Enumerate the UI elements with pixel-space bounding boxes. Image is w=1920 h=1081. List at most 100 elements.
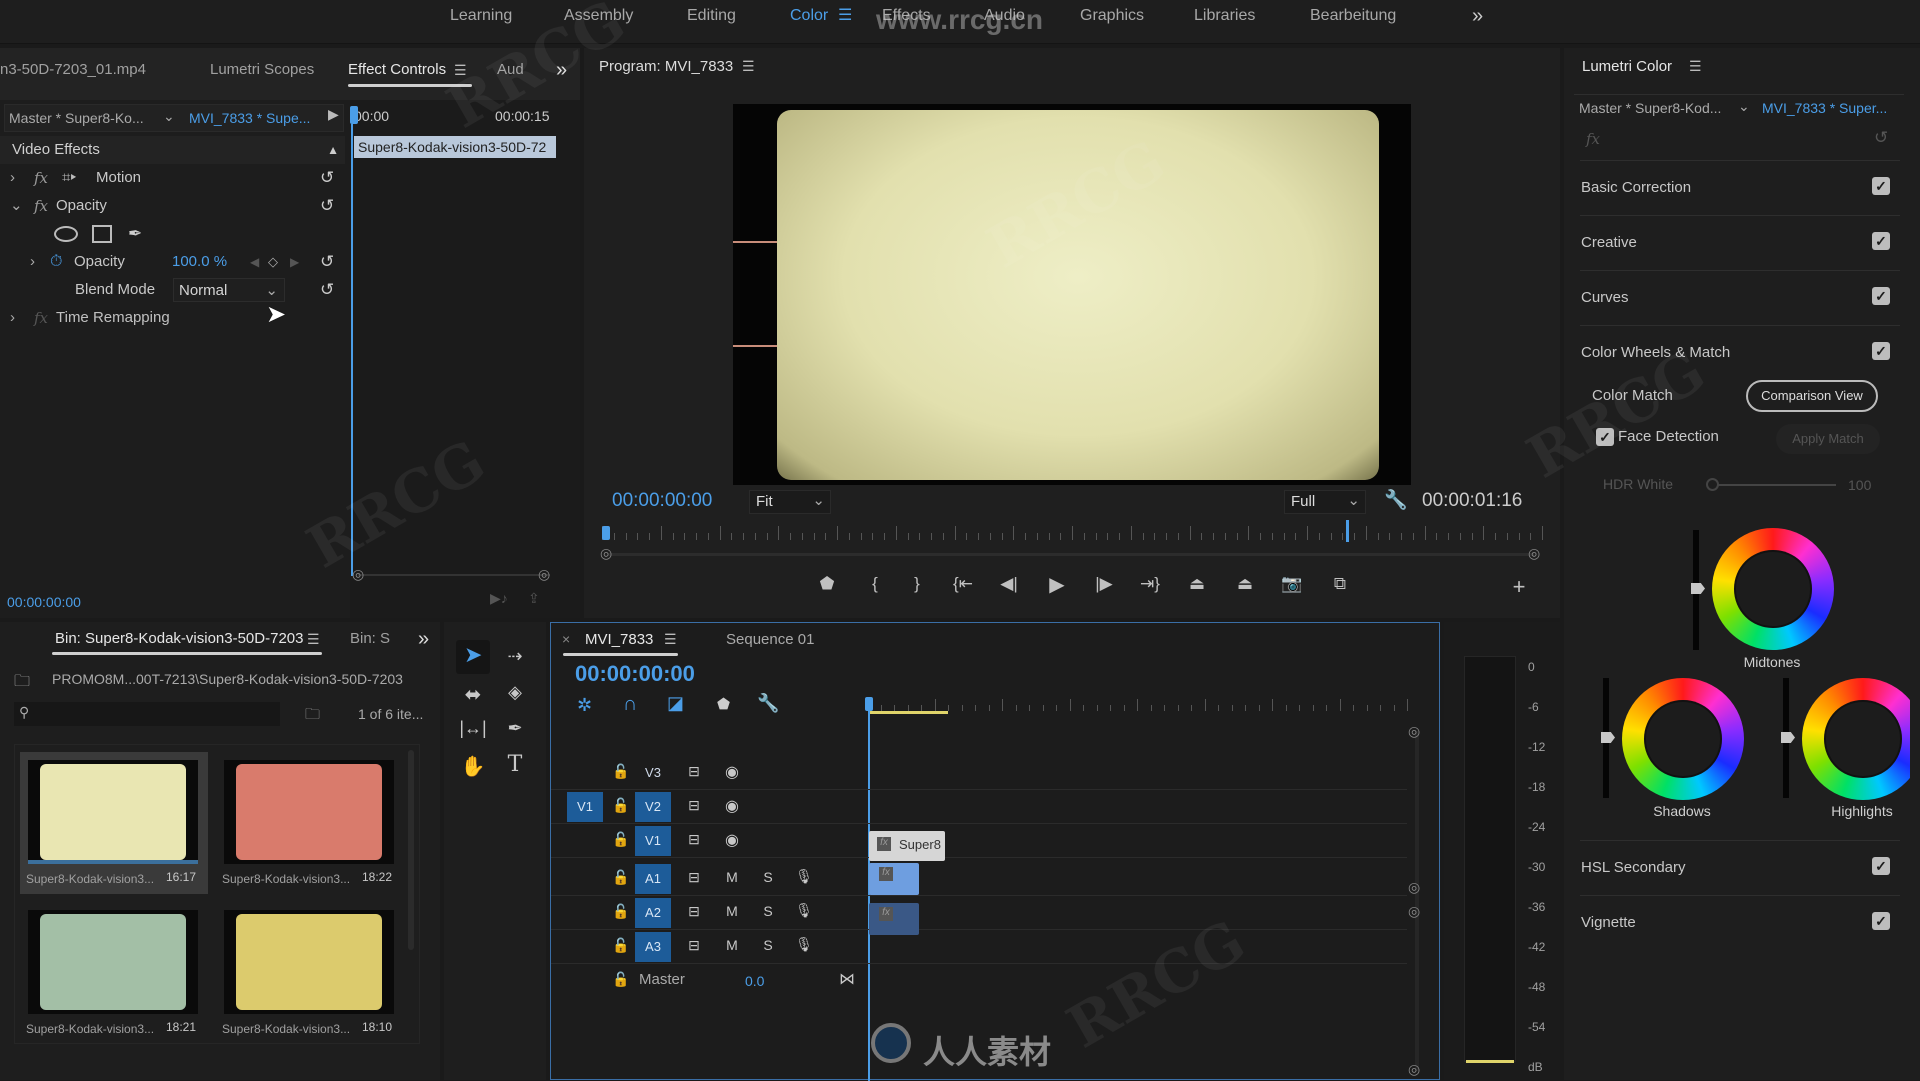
effect-opacity[interactable]: ⌄ fx Opacity ↺	[0, 192, 345, 220]
type-tool[interactable]: T	[498, 752, 532, 777]
panel-overflow-button[interactable]: »	[418, 622, 429, 656]
chevron-down-icon[interactable]: ⌄	[10, 192, 23, 220]
sync-lock-icon[interactable]: ⊟	[683, 797, 705, 814]
clip-v1[interactable]: fx	[869, 863, 919, 895]
motion-transform-icon[interactable]: ⌗▸	[62, 164, 76, 192]
lumetri-menu-icon[interactable]: ☰	[1689, 58, 1702, 75]
rectangle-mask-icon[interactable]	[92, 225, 112, 243]
new-search-bin-icon[interactable]: 🗀	[305, 704, 320, 729]
go-to-in-button[interactable]: {⇤	[948, 574, 978, 594]
sync-lock-icon[interactable]: ⊟	[683, 831, 705, 848]
comparison-view-button[interactable]: ⧉	[1325, 574, 1355, 594]
navigate-up-folder-icon[interactable]: 🗀	[14, 670, 30, 697]
workspace-menu-icon[interactable]: ☰	[838, 0, 852, 32]
hdr-white-slider-handle[interactable]	[1706, 478, 1719, 491]
comparison-view-button[interactable]: Comparison View	[1746, 380, 1878, 412]
workspace-editing[interactable]: Editing	[687, 0, 736, 32]
workspace-learning[interactable]: Learning	[450, 0, 512, 32]
track-target-v1[interactable]: V1	[635, 826, 671, 856]
program-time-ruler[interactable]	[602, 526, 1543, 544]
track-select-tool[interactable]: ⇢	[498, 646, 532, 667]
resolution-select[interactable]: Full ⌄	[1284, 490, 1366, 514]
out-point-marker[interactable]	[1346, 520, 1349, 542]
midtones-color-wheel[interactable]	[1712, 528, 1834, 650]
hdr-white-slider[interactable]	[1712, 484, 1836, 486]
chevron-down-icon[interactable]: ⌄	[1738, 98, 1750, 115]
extract-button[interactable]: ⏏	[1230, 574, 1260, 594]
fx-icon[interactable]: fx	[34, 192, 48, 220]
workspace-overflow-button[interactable]: »	[1472, 0, 1483, 32]
shadows-color-wheel[interactable]	[1622, 678, 1744, 800]
snap-magnet-icon[interactable]: ∩	[623, 693, 637, 716]
tab-bin-2[interactable]: Bin: S	[350, 622, 390, 656]
export-frame-camera-icon[interactable]: 📷	[1277, 574, 1307, 594]
zoom-handle-left[interactable]: ◎	[600, 545, 612, 562]
microphone-icon[interactable]: 🎙	[793, 868, 815, 885]
stopwatch-icon[interactable]: ⏱	[50, 248, 62, 276]
highlights-color-wheel[interactable]	[1802, 678, 1910, 800]
lock-icon[interactable]: 🔓	[611, 903, 631, 920]
video-frame[interactable]	[733, 104, 1411, 485]
tab-bin[interactable]: Bin: Super8-Kodak-vision3-50D-7203	[55, 622, 303, 656]
timeline-playhead[interactable]	[865, 697, 873, 711]
chevron-down-icon[interactable]: ⌄	[163, 108, 175, 125]
zoom-handle-left[interactable]: ◎	[352, 566, 364, 583]
play-button[interactable]: ▶	[1042, 572, 1072, 597]
source-patch-v1[interactable]: V1	[567, 792, 603, 822]
track-target-v3[interactable]: V3	[635, 758, 671, 788]
bin-item[interactable]: Super8-Kodak-vision3... 18:10	[216, 902, 404, 1044]
lock-icon[interactable]: 🔓	[611, 937, 631, 954]
eye-icon[interactable]: ◉	[721, 762, 743, 782]
sync-lock-icon[interactable]: ⊟	[683, 937, 705, 954]
workspace-libraries[interactable]: Libraries	[1194, 0, 1255, 32]
master-volume-value[interactable]: 0.0	[745, 973, 764, 989]
timeline-vertical-scrollbar[interactable]	[1415, 731, 1419, 1071]
lock-icon[interactable]: 🔓	[611, 831, 631, 848]
mute-button[interactable]: M	[721, 903, 743, 919]
lumetri-section-curves[interactable]: Curves ✓	[1580, 270, 1900, 325]
play-only-clip-audio-icon[interactable]: ▶	[328, 106, 339, 123]
bin-item[interactable]: Super8-Kodak-vision3... 18:21	[20, 902, 208, 1044]
timeline-ruler[interactable]	[867, 699, 1408, 713]
pen-tool[interactable]: ✒	[498, 718, 532, 739]
program-playhead[interactable]	[602, 526, 610, 540]
next-keyframe-icon[interactable]: ▶	[290, 248, 299, 276]
eye-icon[interactable]: ◉	[721, 830, 743, 850]
solo-button[interactable]: S	[757, 903, 779, 919]
work-area-bar[interactable]	[868, 711, 948, 714]
mark-out-button[interactable]: }	[902, 574, 932, 594]
timeline-timecode[interactable]: 00:00:00:00	[575, 661, 695, 687]
reset-icon[interactable]: ↺	[320, 164, 334, 192]
effect-time-remapping[interactable]: › fx Time Remapping	[0, 304, 345, 332]
eye-icon[interactable]: ◉	[721, 796, 743, 816]
effect-controls-timecode[interactable]: 00:00:00:00	[7, 594, 81, 610]
lock-icon[interactable]: 🔓	[611, 869, 631, 886]
bin-menu-icon[interactable]: ☰	[307, 622, 320, 656]
scroll-handle[interactable]: ◎	[1408, 879, 1420, 896]
track-target-v2[interactable]: V2	[635, 792, 671, 822]
zoom-fit-select[interactable]: Fit ⌄	[749, 490, 831, 514]
apply-match-button[interactable]: Apply Match	[1776, 424, 1880, 454]
wrench-icon[interactable]: 🔧	[1384, 488, 1408, 512]
effect-playhead[interactable]	[350, 106, 358, 124]
button-editor-plus-icon[interactable]: +	[1504, 574, 1534, 600]
mute-button[interactable]: M	[721, 937, 743, 953]
chevron-right-icon[interactable]: ›	[30, 248, 35, 276]
lumetri-section-creative[interactable]: Creative ✓	[1580, 215, 1900, 270]
slip-tool[interactable]: |↔|	[456, 718, 490, 739]
hand-tool[interactable]: ✋	[456, 754, 490, 779]
program-zoom-scrollbar[interactable]	[608, 553, 1534, 556]
lock-icon[interactable]: 🔓	[611, 971, 631, 988]
scroll-handle-bottom[interactable]: ◎	[1408, 1061, 1420, 1078]
effect-timeline[interactable]: 00:00 00:00:15 Super8-Kodak-vision3-50D-…	[350, 100, 580, 618]
solo-button[interactable]: S	[757, 869, 779, 885]
lumetri-section-hsl-secondary[interactable]: HSL Secondary ✓	[1580, 840, 1900, 895]
effect-motion[interactable]: › fx ⌗▸ Motion ↺	[0, 164, 345, 192]
solo-button[interactable]: S	[757, 937, 779, 953]
lock-icon[interactable]: 🔓	[611, 763, 631, 780]
panel-overflow-button[interactable]: »	[556, 48, 567, 92]
sync-lock-icon[interactable]: ⊟	[683, 763, 705, 780]
bin-scrollbar[interactable]	[408, 750, 414, 950]
microphone-icon[interactable]: 🎙	[793, 936, 815, 953]
nest-sequence-icon[interactable]: ✲	[577, 695, 592, 716]
